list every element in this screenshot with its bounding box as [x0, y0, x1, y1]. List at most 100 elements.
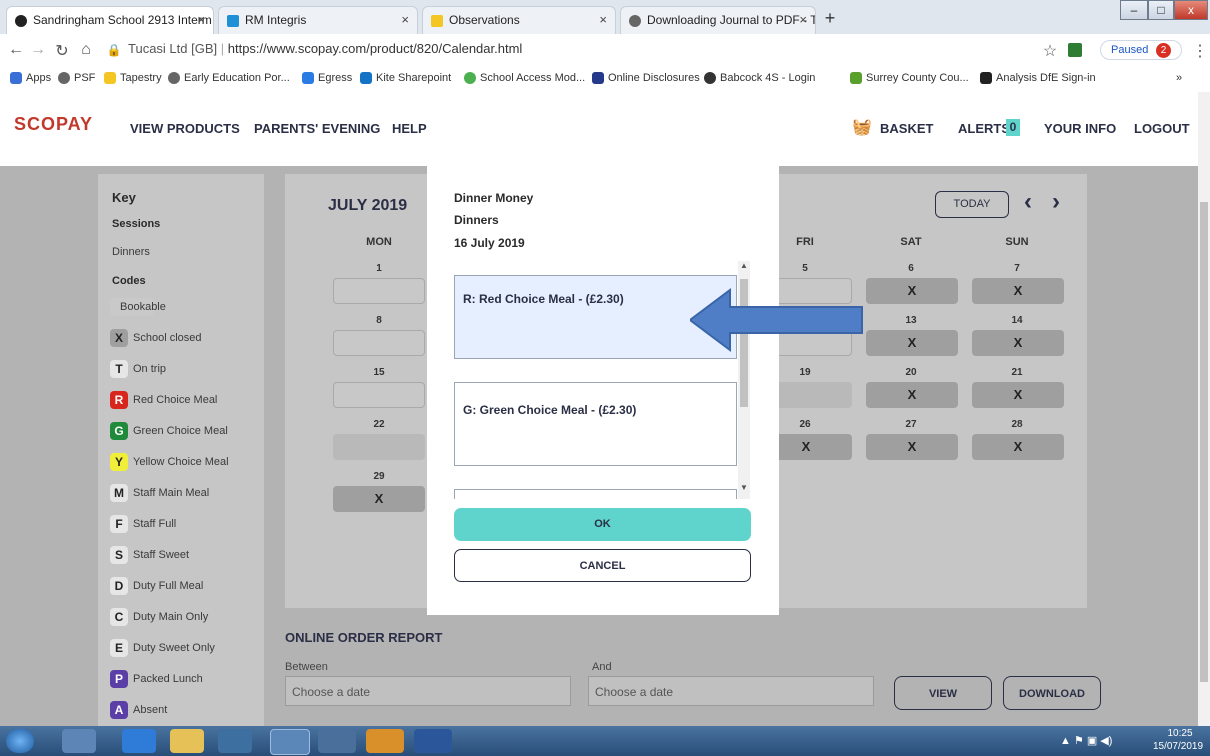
new-tab-button[interactable]: + [820, 9, 840, 29]
tab-title: RM Integris [245, 13, 307, 27]
tapestry-favicon-icon [431, 15, 443, 27]
chrome-icon[interactable] [270, 729, 310, 755]
page-scroll-thumb[interactable] [1200, 202, 1208, 682]
word-icon[interactable] [414, 729, 452, 753]
day-cell-closed[interactable]: X [972, 330, 1064, 356]
download-button[interactable]: DOWNLOAD [1003, 676, 1101, 710]
school-access-icon [464, 72, 476, 84]
reload-icon[interactable]: ↻ [52, 41, 72, 61]
extension-icon[interactable] [1068, 43, 1082, 57]
bookmarks-more[interactable]: » [1176, 72, 1182, 84]
day-cell-closed[interactable]: X [866, 330, 958, 356]
internet-explorer-icon[interactable] [122, 729, 156, 753]
bookmark-egress[interactable]: Egress [302, 72, 352, 84]
option-green-choice-meal[interactable]: G: Green Choice Meal - (£2.30) [454, 382, 737, 466]
basket-icon[interactable]: 🧺 [852, 117, 872, 137]
file-explorer-icon[interactable] [170, 729, 204, 753]
paused-profile-button[interactable]: Paused 2 [1100, 40, 1182, 60]
lock-icon: 🔒 [106, 43, 122, 57]
scopay-logo[interactable]: SCOPAY [14, 114, 93, 135]
address-bar-row: ← → ↻ ⌂ 🔒 Tucasi Ltd [GB] | https://www.… [0, 34, 1210, 67]
forward-icon[interactable]: → [28, 41, 48, 59]
star-icon[interactable]: ☆ [1040, 41, 1060, 61]
bookmark-surrey[interactable]: Surrey County Cou... [850, 72, 969, 84]
home-icon[interactable]: ⌂ [76, 41, 96, 59]
bookmark-school-access[interactable]: School Access Mod... [464, 72, 585, 84]
close-window-button[interactable]: x [1174, 0, 1208, 20]
tab-observations[interactable]: Observations × [422, 6, 616, 34]
session-dinners: Dinners [112, 246, 150, 258]
browser-tab-bar: Sandringham School 2913 Interm × RM Inte… [0, 0, 1210, 34]
day-cell[interactable] [333, 330, 425, 356]
close-tab-icon[interactable]: × [799, 12, 807, 27]
bookmark-dfe[interactable]: Analysis DfE Sign-in [980, 72, 1096, 84]
tab-rm-integris[interactable]: RM Integris × [218, 6, 418, 34]
back-icon[interactable]: ← [6, 41, 26, 59]
between-date-input[interactable]: Choose a date [285, 676, 571, 706]
tab-sandringham[interactable]: Sandringham School 2913 Interm × [6, 6, 214, 34]
nav-help[interactable]: HELP [392, 121, 427, 136]
code-label: School closed [133, 332, 202, 344]
bookmark-tapestry[interactable]: Tapestry [104, 72, 162, 84]
outlook-icon[interactable] [366, 729, 404, 753]
nav-view-products[interactable]: VIEW PRODUCTS [130, 121, 240, 136]
menu-icon[interactable]: ⋮ [1190, 41, 1210, 61]
day-cell[interactable] [333, 434, 425, 460]
close-tab-icon[interactable]: × [401, 12, 409, 27]
day-cell-closed[interactable]: X [866, 382, 958, 408]
nav-your-info[interactable]: YOUR INFO [1044, 121, 1116, 136]
tray-icons[interactable]: ▲ ⚑ ▣ ◀) [1060, 734, 1112, 747]
close-tab-icon[interactable]: × [599, 12, 607, 27]
nav-parents-evening[interactable]: PARENTS' EVENING [254, 121, 380, 136]
prev-month-icon[interactable]: ‹ [1024, 188, 1032, 216]
start-button[interactable] [6, 729, 34, 753]
ok-button[interactable]: OK [454, 508, 751, 541]
scroll-down-icon[interactable]: ▼ [738, 483, 750, 499]
day-20: 20 [905, 367, 917, 378]
today-button[interactable]: TODAY [935, 191, 1009, 218]
media-icon[interactable] [318, 729, 356, 753]
day-cell[interactable] [333, 382, 425, 408]
next-month-icon[interactable]: › [1052, 188, 1060, 216]
code-badge: F [110, 515, 128, 533]
day-cell-closed[interactable]: X [972, 278, 1064, 304]
bookmark-kite[interactable]: Kite Sharepoint [360, 72, 451, 84]
day-cell[interactable] [333, 278, 425, 304]
day-22: 22 [373, 419, 385, 430]
minimize-button[interactable]: – [1120, 0, 1148, 20]
day-cell-closed[interactable]: X [866, 278, 958, 304]
day-cell-closed[interactable]: X [866, 434, 958, 460]
day-cell-closed[interactable]: X [972, 382, 1064, 408]
code-badge: G [110, 422, 128, 440]
bookmark-online-disclosures[interactable]: Online Disclosures [592, 72, 700, 84]
tab-downloading-journal[interactable]: Downloading Journal to PDF - Ta × [620, 6, 816, 34]
paused-label: Paused [1111, 44, 1149, 56]
bookmark-early-education[interactable]: Early Education Por... [168, 72, 290, 84]
bookmark-psf[interactable]: PSF [58, 72, 95, 84]
code-label: Green Choice Meal [133, 425, 228, 437]
day-cell-closed[interactable]: X [333, 486, 425, 512]
maximize-button[interactable]: □ [1148, 0, 1174, 20]
nav-alerts[interactable]: ALERTS [958, 121, 1010, 136]
option-more[interactable] [454, 489, 737, 499]
view-button[interactable]: VIEW [894, 676, 992, 710]
globe-icon [58, 72, 70, 84]
close-tab-icon[interactable]: × [197, 12, 205, 27]
cancel-button[interactable]: CANCEL [454, 549, 751, 582]
code-label: Yellow Choice Meal [133, 456, 229, 468]
code-badge: X [110, 329, 128, 347]
day-29: 29 [373, 471, 385, 482]
day-cell-closed[interactable]: X [972, 434, 1064, 460]
remote-desktop-icon[interactable] [218, 729, 252, 753]
url-field[interactable]: Tucasi Ltd [GB] | https://www.scopay.com… [128, 41, 522, 56]
scroll-up-icon[interactable]: ▲ [738, 261, 750, 277]
bookmark-babcock[interactable]: Babcock 4S - Login [704, 72, 815, 84]
and-date-input[interactable]: Choose a date [588, 676, 874, 706]
code-label: Staff Main Meal [133, 487, 210, 499]
apps-icon [10, 72, 22, 84]
nav-logout[interactable]: LOGOUT [1134, 121, 1190, 136]
nav-basket[interactable]: BASKET [880, 121, 933, 136]
paint-icon[interactable] [62, 729, 96, 753]
page-scrollbar[interactable] [1198, 92, 1210, 726]
bookmark-apps[interactable]: Apps [10, 72, 51, 84]
